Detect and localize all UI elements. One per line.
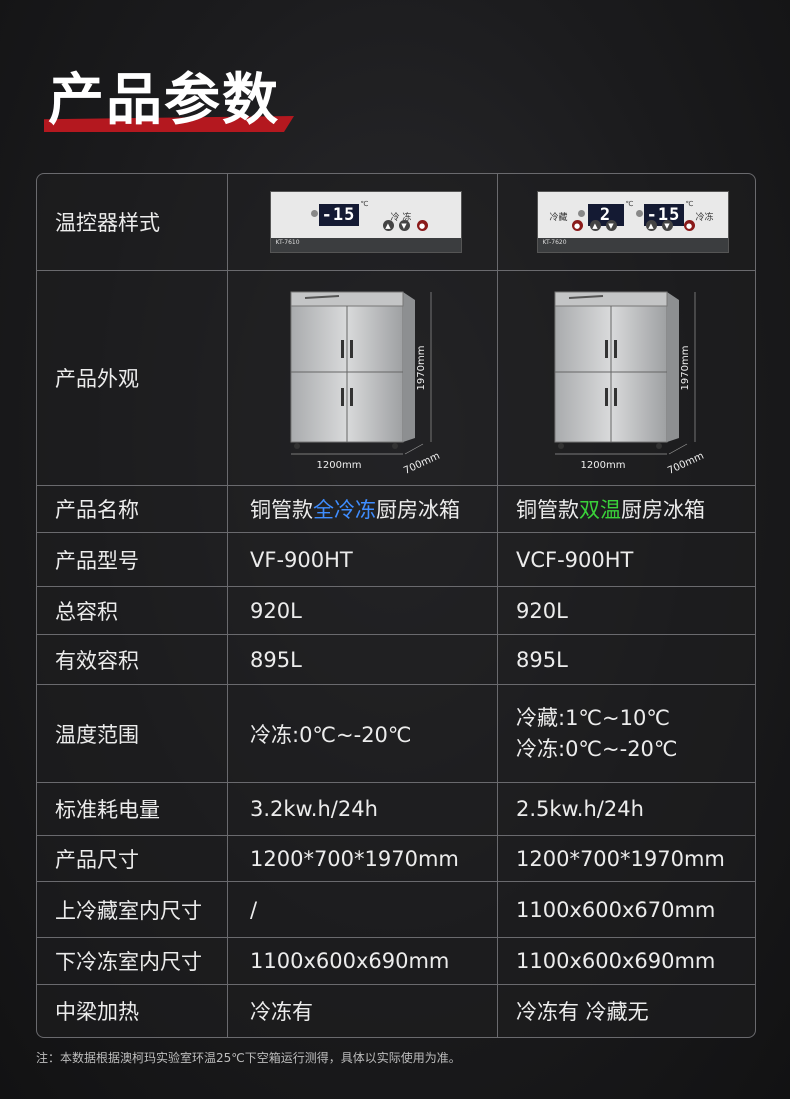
row-label: 有效容积	[37, 635, 228, 684]
power-a: 3.2kw.h/24h	[228, 783, 498, 835]
thermostat-panel-a: -15 ℃ 冷 冻 ▲ ▼ ● KT-7610	[269, 191, 462, 253]
title-block: 产品参数	[44, 66, 294, 136]
width-dimension: 1200mm	[580, 460, 625, 471]
temperature-range-chill: 冷藏:1℃~10℃	[516, 705, 670, 730]
table-row-appearance: 产品外观 1970mm 1200mm 700mm 1970mm 1200mm 7…	[37, 270, 755, 485]
power-button-icon: ●	[571, 220, 583, 231]
mode-label-right: 冷冻	[695, 213, 714, 223]
fridge-illustration-a: 1970mm 1200mm 700mm	[290, 291, 442, 477]
row-label: 温控器样式	[37, 174, 228, 270]
dimensions-a: 1200*700*1970mm	[228, 836, 498, 881]
total-volume-a: 920L	[228, 587, 498, 634]
up-arrow-icon: ▲	[382, 220, 394, 231]
row-label: 总容积	[37, 587, 228, 634]
table-row-power: 标准耗电量 3.2kw.h/24h 2.5kw.h/24h	[37, 782, 755, 835]
power-button-icon: ●	[683, 220, 695, 231]
name-prefix: 铜管款	[516, 498, 579, 522]
sensor-icon	[310, 210, 318, 217]
mode-label-left: 冷藏	[549, 213, 568, 223]
down-arrow-icon: ▼	[398, 220, 410, 231]
table-row-upper-chamber: 上冷藏室内尺寸 / 1100x600x670mm	[37, 881, 755, 937]
name-prefix: 铜管款	[250, 498, 313, 522]
fridge-image-b-cell: 1970mm 1200mm 700mm	[498, 271, 755, 485]
temperature-range-freeze: 冷冻:0℃~-20℃	[516, 736, 678, 761]
table-row-lower-chamber: 下冷冻室内尺寸 1100x600x690mm 1100x600x690mm	[37, 937, 755, 984]
row-label: 下冷冻室内尺寸	[37, 938, 228, 984]
thermostat-model: KT-7620	[542, 239, 567, 246]
table-row-beam-heating: 中梁加热 冷冻有 冷冻有 冷藏无	[37, 984, 755, 1037]
height-dimension: 1970mm	[680, 346, 691, 391]
name-highlight: 全冷冻	[313, 498, 376, 522]
product-name-b: 铜管款 双温 厨房冰箱	[498, 486, 755, 532]
table-row-temperature-range: 温度范围 冷冻:0℃~-20℃ 冷藏:1℃~10℃ 冷冻:0℃~-20℃	[37, 684, 755, 782]
table-row-dimensions: 产品尺寸 1200*700*1970mm 1200*700*1970mm	[37, 835, 755, 881]
name-suffix: 厨房冰箱	[376, 498, 460, 522]
name-highlight: 双温	[579, 498, 621, 522]
beam-heating-a: 冷冻有	[228, 985, 498, 1037]
unit-label: ℃	[685, 200, 694, 208]
unit-label: ℃	[625, 200, 634, 208]
page-title: 产品参数	[48, 68, 280, 133]
up-arrow-icon: ▲	[645, 220, 657, 231]
row-label: 产品尺寸	[37, 836, 228, 881]
depth-dimension: 700mm	[402, 451, 442, 477]
lower-chamber-b: 1100x600x690mm	[516, 949, 716, 973]
lower-chamber-a: 1100x600x690mm	[228, 938, 498, 984]
temperature-range-a: 冷冻:0℃~-20℃	[228, 685, 498, 782]
thermostat-model: KT-7610	[275, 239, 300, 246]
fridge-image-a-cell: 1970mm 1200mm 700mm	[228, 271, 498, 485]
row-label: 上冷藏室内尺寸	[37, 882, 228, 937]
thermostat-b-cell: 冷藏 2 ℃ -15 ℃ 冷冻 ● ▲ ▼ ▲ ▼ ● KT-7620	[498, 174, 755, 270]
total-volume-b: 920L	[516, 598, 568, 623]
width-dimension: 1200mm	[316, 460, 361, 471]
sensor-icon	[635, 210, 643, 217]
temperature-range-b: 冷藏:1℃~10℃ 冷冻:0℃~-20℃	[498, 685, 755, 782]
thermostat-panel-b: 冷藏 2 ℃ -15 ℃ 冷冻 ● ▲ ▼ ▲ ▼ ● KT-7620	[536, 191, 729, 253]
row-label: 产品型号	[37, 533, 228, 586]
effective-volume-b: 895L	[516, 647, 568, 672]
up-arrow-icon: ▲	[589, 220, 601, 231]
fridge-illustration-b: 1970mm 1200mm 700mm	[554, 291, 706, 477]
upper-chamber-a: /	[228, 882, 498, 937]
name-suffix: 厨房冰箱	[621, 498, 705, 522]
beam-heating-b: 冷冻有 冷藏无	[516, 1000, 649, 1024]
product-name-a: 铜管款 全冷冻 厨房冰箱	[228, 486, 498, 532]
table-row-product-name: 产品名称 铜管款 全冷冻 厨房冰箱 铜管款 双温 厨房冰箱	[37, 485, 755, 532]
row-label: 产品名称	[37, 486, 228, 532]
model-a: VF-900HT	[228, 533, 498, 586]
down-arrow-icon: ▼	[661, 220, 673, 231]
down-arrow-icon: ▼	[605, 220, 617, 231]
row-label: 中梁加热	[37, 985, 228, 1037]
row-label: 温度范围	[37, 685, 228, 782]
effective-volume-a: 895L	[228, 635, 498, 684]
table-row-effective-volume: 有效容积 895L 895L	[37, 634, 755, 684]
unit-label: ℃	[360, 200, 369, 208]
footnote: 注：本数据根据澳柯玛实验室环温25℃下空箱运行测得，具体以实际使用为准。	[36, 1051, 461, 1065]
table-row-thermostat: 温控器样式 -15 ℃ 冷 冻 ▲ ▼ ● KT-7610 冷藏 2 ℃ -15…	[37, 174, 755, 270]
depth-dimension: 700mm	[666, 451, 706, 477]
table-row-model: 产品型号 VF-900HT VCF-900HT	[37, 532, 755, 586]
model-b: VCF-900HT	[516, 547, 634, 572]
height-dimension: 1970mm	[416, 346, 427, 391]
row-label: 标准耗电量	[37, 783, 228, 835]
table-row-total-volume: 总容积 920L 920L	[37, 586, 755, 634]
power-button-icon: ●	[416, 220, 428, 231]
dimensions-b: 1200*700*1970mm	[516, 846, 725, 871]
power-b: 2.5kw.h/24h	[516, 797, 644, 821]
thermostat-a-cell: -15 ℃ 冷 冻 ▲ ▼ ● KT-7610	[228, 174, 498, 270]
spec-table: 温控器样式 -15 ℃ 冷 冻 ▲ ▼ ● KT-7610 冷藏 2 ℃ -15…	[36, 173, 756, 1038]
sensor-icon	[577, 210, 585, 217]
row-label: 产品外观	[37, 271, 228, 485]
thermostat-display: -15	[318, 204, 359, 226]
upper-chamber-b: 1100x600x670mm	[516, 897, 716, 922]
